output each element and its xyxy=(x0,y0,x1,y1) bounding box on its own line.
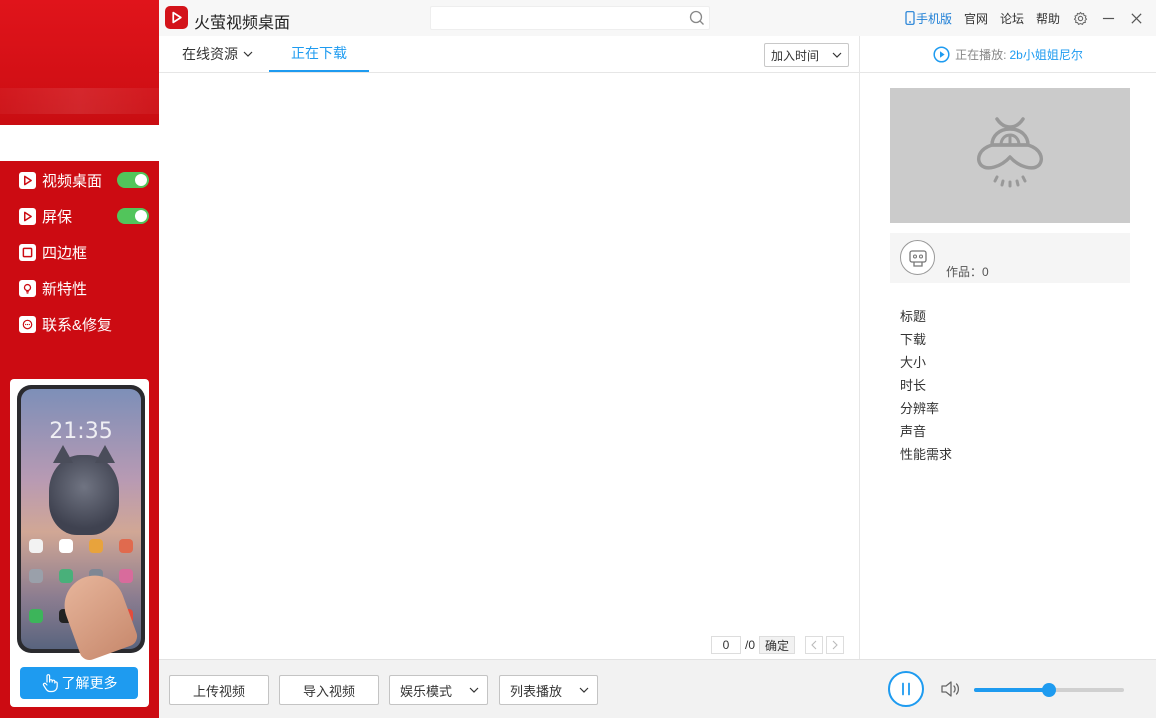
volume-knob[interactable] xyxy=(1042,683,1056,697)
sidebar-banner xyxy=(0,0,159,125)
title-bar: 火萤视频桌面 手机版 官网 论坛 帮助 xyxy=(159,0,1156,36)
minimize-icon[interactable] xyxy=(1100,10,1116,26)
now-playing: 正在播放: 2b小姐姐尼尔 xyxy=(860,36,1156,73)
details-panel: 正在播放: 2b小姐姐尼尔 作品：0 标题 下载 大小 时长 分辨率 声音 性能… xyxy=(859,36,1156,659)
sidebar-item-label: 四边框 xyxy=(42,244,88,262)
robot-avatar-icon xyxy=(908,249,927,267)
promo-card: 21:35 了解更多 xyxy=(10,379,149,707)
screensaver-toggle[interactable] xyxy=(117,208,149,224)
sidebar-item-video-desktop[interactable]: 视频桌面 xyxy=(0,162,159,198)
sidebar-item-frame[interactable]: 四边框 xyxy=(0,234,159,270)
author-card: 作品：0 xyxy=(890,233,1130,283)
download-list-area: 0 /0 确定 xyxy=(159,73,859,659)
tab-downloading[interactable]: 正在下载 xyxy=(269,36,369,72)
sidebar-item-contact-repair[interactable]: 联系&修复 xyxy=(0,306,159,342)
volume-slider[interactable] xyxy=(974,683,1124,697)
tab-online-resources[interactable]: 在线资源 xyxy=(182,36,253,72)
chevron-down-icon xyxy=(243,51,253,57)
upload-video-button[interactable]: 上传视频 xyxy=(169,675,269,705)
playlist-mode-select[interactable]: 列表播放 xyxy=(499,675,598,705)
chevron-down-icon xyxy=(832,52,842,58)
hand-pointer-icon xyxy=(42,674,58,693)
info-size: 大小 xyxy=(900,355,927,370)
frame-icon xyxy=(19,243,36,261)
video-info-list: 标题 下载 大小 时长 分辨率 声音 性能需求 xyxy=(900,308,952,469)
sidebar-gap xyxy=(0,125,159,161)
info-downloads: 下载 xyxy=(900,332,927,347)
pause-icon xyxy=(902,682,910,696)
phone-icon xyxy=(905,11,915,25)
sidebar-item-label: 新特性 xyxy=(42,280,88,298)
search-input[interactable] xyxy=(430,6,710,30)
chevron-down-icon xyxy=(469,687,479,693)
sidebar-item-new-features[interactable]: 新特性 xyxy=(0,270,159,306)
play-circle-icon xyxy=(933,45,950,63)
phone-clock: 21:35 xyxy=(49,419,113,444)
tab-bar: 在线资源 正在下载 加入时间 xyxy=(159,36,859,73)
mobile-version-link[interactable]: 手机版 xyxy=(905,10,952,27)
chat-icon xyxy=(19,315,36,333)
info-title: 标题 xyxy=(900,309,927,324)
page-confirm-button[interactable]: 确定 xyxy=(759,636,796,654)
forum-link[interactable]: 论坛 xyxy=(1000,10,1024,27)
sidebar-item-label: 联系&修复 xyxy=(42,316,113,334)
avatar[interactable] xyxy=(900,240,935,275)
video-thumbnail[interactable] xyxy=(890,88,1130,223)
now-playing-label: 正在播放: xyxy=(955,47,1007,62)
pagination: 0 /0 确定 xyxy=(711,636,847,654)
info-audio: 声音 xyxy=(900,424,927,439)
sidebar-item-screensaver[interactable]: 屏保 xyxy=(0,198,159,234)
page-input[interactable]: 0 xyxy=(711,636,741,654)
bottom-toolbar: 上传视频 导入视频 娱乐模式 列表播放 xyxy=(159,659,1156,718)
play-icon xyxy=(19,171,36,189)
volume-fill xyxy=(974,688,1049,692)
bulb-icon xyxy=(19,279,36,297)
app-row xyxy=(29,539,133,553)
learn-more-button[interactable]: 了解更多 xyxy=(20,667,138,699)
gear-icon[interactable] xyxy=(1072,10,1088,26)
sidebar: 视频桌面 屏保 四边框 新特性 联系&修复 21:35 了解更多 xyxy=(0,0,159,718)
works-count: 作品：0 xyxy=(946,265,989,279)
info-duration: 时长 xyxy=(900,378,927,393)
sidebar-item-label: 视频桌面 xyxy=(42,172,103,190)
next-page-icon[interactable] xyxy=(826,636,845,654)
prev-page-icon[interactable] xyxy=(805,636,824,654)
title-bar-links: 手机版 官网 论坛 帮助 xyxy=(905,0,1156,36)
mode-select[interactable]: 娱乐模式 xyxy=(389,675,488,705)
sort-select[interactable]: 加入时间 xyxy=(764,43,849,67)
official-site-link[interactable]: 官网 xyxy=(964,10,988,27)
cat-illustration xyxy=(49,445,119,535)
app-title: 火萤视频桌面 xyxy=(194,15,291,32)
close-icon[interactable] xyxy=(1128,10,1144,26)
sidebar-item-label: 屏保 xyxy=(42,208,73,226)
search-icon[interactable] xyxy=(689,10,705,26)
now-playing-title[interactable]: 2b小姐姐尼尔 xyxy=(1009,46,1082,63)
video-desktop-toggle[interactable] xyxy=(117,172,149,188)
sidebar-menu: 视频桌面 屏保 四边框 新特性 联系&修复 xyxy=(0,162,159,342)
info-performance: 性能需求 xyxy=(900,447,953,462)
chevron-down-icon xyxy=(579,687,589,693)
firefly-icon xyxy=(977,116,1043,187)
info-resolution: 分辨率 xyxy=(900,401,940,416)
play-icon xyxy=(19,207,36,225)
pause-button[interactable] xyxy=(888,671,924,707)
volume-icon[interactable] xyxy=(940,679,962,699)
page-total: /0 xyxy=(745,638,756,652)
help-link[interactable]: 帮助 xyxy=(1036,10,1060,27)
app-logo-icon xyxy=(165,6,188,29)
import-video-button[interactable]: 导入视频 xyxy=(279,675,379,705)
